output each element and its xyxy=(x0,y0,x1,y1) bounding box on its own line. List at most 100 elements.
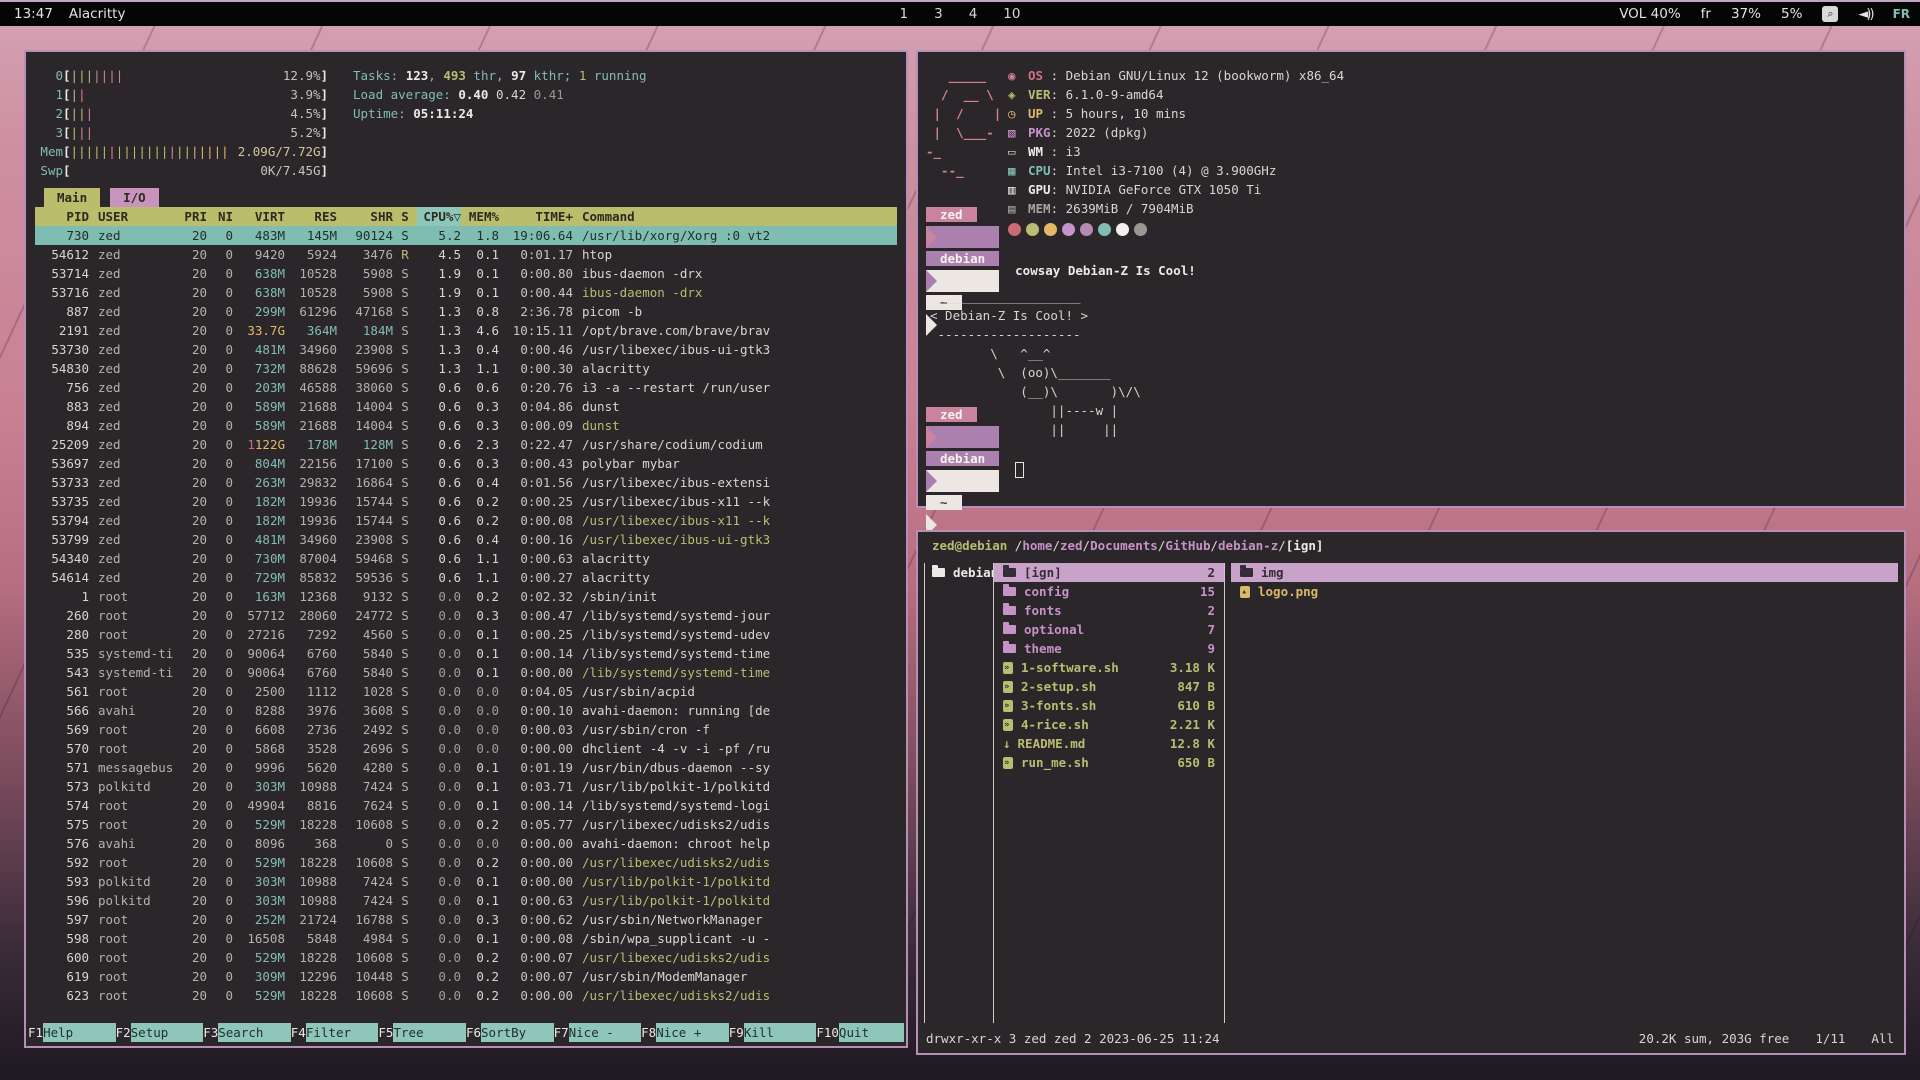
column-header-s[interactable]: S xyxy=(393,207,417,226)
file-entry-img[interactable]: img xyxy=(1231,563,1898,582)
palette-dot-3 xyxy=(1062,223,1075,236)
column-header-time[interactable]: TIME+ xyxy=(499,207,573,226)
column-header-pid[interactable]: PID xyxy=(35,207,89,226)
column-header-shr[interactable]: SHR xyxy=(337,207,393,226)
process-row[interactable]: 883zed200589M2168814004S0.60.30:04.86dun… xyxy=(35,397,897,416)
process-table: 730zed200483M145M90124S5.21.819:06.64/us… xyxy=(35,226,897,1005)
column-header-ni[interactable]: NI xyxy=(207,207,233,226)
file-entry-readmemd[interactable]: ↓README.md12.8 K xyxy=(994,734,1224,753)
process-row[interactable]: 597root200252M2172416788S0.00.30:00.62/u… xyxy=(35,910,897,929)
process-row[interactable]: 53733zed200263M2983216864S0.60.40:01.56/… xyxy=(35,473,897,492)
shell-prompt-empty[interactable]: zeddebian~ xyxy=(926,459,1890,481)
process-row[interactable]: 598root2001650858484984S0.00.10:00.08/sb… xyxy=(35,929,897,948)
process-row[interactable]: 53714zed200638M105285908S1.90.10:00.80ib… xyxy=(35,264,897,283)
process-row[interactable]: 1root200163M123689132S0.00.20:02.32/sbin… xyxy=(35,587,897,606)
process-row[interactable]: 623root200529M1822810608S0.00.20:00.00/u… xyxy=(35,986,897,1005)
process-table-header[interactable]: PIDUSERPRINIVIRTRESSHRSCPU%▽MEM%TIME+Com… xyxy=(35,207,897,226)
file-entry-2setupsh[interactable]: 2-setup.sh847 B xyxy=(994,677,1224,696)
process-row[interactable]: 25209zed2001122G178M128MS0.62.30:22.47/u… xyxy=(35,435,897,454)
process-row[interactable]: 569root200660827362492S0.00.00:00.03/usr… xyxy=(35,720,897,739)
gpu-chip-icon: ▥ xyxy=(1008,180,1028,199)
file-entry-1softwaresh[interactable]: 1-software.sh3.18 K xyxy=(994,658,1224,677)
fkey-nice[interactable]: F7Nice - xyxy=(554,1023,642,1042)
process-row[interactable]: 53716zed200638M105285908S1.90.10:00.44ib… xyxy=(35,283,897,302)
fkey-help[interactable]: F1Help xyxy=(28,1023,116,1042)
process-row[interactable]: 575root200529M1822810608S0.00.20:05.77/u… xyxy=(35,815,897,834)
process-row[interactable]: 600root200529M1822810608S0.00.20:00.07/u… xyxy=(35,948,897,967)
process-row[interactable]: 756zed200203M4658838060S0.60.60:20.76i3 … xyxy=(35,378,897,397)
fkey-nice[interactable]: F8Nice + xyxy=(641,1023,729,1042)
tray-magnifier-icon[interactable]: ⌕ xyxy=(1822,6,1838,22)
file-entry-logopng[interactable]: logo.png xyxy=(1231,582,1898,601)
workspace-item-10[interactable]: 10 xyxy=(1003,6,1020,22)
process-row[interactable]: 593polkitd200303M109887424S0.00.10:00.00… xyxy=(35,872,897,891)
fkey-sortby[interactable]: F6SortBy xyxy=(466,1023,554,1042)
process-row[interactable]: 535systemd-ti2009006467605840S0.00.10:00… xyxy=(35,644,897,663)
process-row[interactable]: 54614zed200729M8583259536S0.61.10:00.27a… xyxy=(35,568,897,587)
process-row[interactable]: 280root2002721672924560S0.00.10:00.25/li… xyxy=(35,625,897,644)
process-row[interactable]: 543systemd-ti2009006467605840S0.00.10:00… xyxy=(35,663,897,682)
file-entry-runmesh[interactable]: run_me.sh650 B xyxy=(994,753,1224,772)
process-row[interactable]: 592root200529M1822810608S0.00.20:00.00/u… xyxy=(35,853,897,872)
column-header-user[interactable]: USER xyxy=(89,207,177,226)
image-icon xyxy=(1240,586,1250,598)
folder-icon xyxy=(1240,568,1253,577)
column-header-command[interactable]: Command xyxy=(573,207,897,226)
file-entry-ign[interactable]: [ign]2 xyxy=(994,563,1224,582)
workspace-item-4[interactable]: 4 xyxy=(969,6,978,22)
speaker-icon[interactable]: ◄)) xyxy=(1858,7,1872,22)
column-header-virt[interactable]: VIRT xyxy=(233,207,285,226)
file-entry-optional[interactable]: optional7 xyxy=(994,620,1224,639)
process-row[interactable]: 53697zed200804M2215617100S0.60.30:00.43p… xyxy=(35,454,897,473)
uptime-line: Uptime: 05:11:24 xyxy=(353,104,647,123)
column-header-mem[interactable]: MEM% xyxy=(461,207,499,226)
process-row[interactable]: 887zed200299M6129647168S1.30.82:36.78pic… xyxy=(35,302,897,321)
file-entry-config[interactable]: config15 xyxy=(994,582,1224,601)
fkey-tree[interactable]: F5Tree xyxy=(378,1023,466,1042)
column-header-res[interactable]: RES xyxy=(285,207,337,226)
prompt-host-segment: debian xyxy=(926,251,999,266)
column-header-cpu[interactable]: CPU%▽ xyxy=(417,207,461,226)
file-entry-4ricesh[interactable]: 4-rice.sh2.21 K xyxy=(994,715,1224,734)
process-row[interactable]: 619root200309M1229610448S0.00.20:00.07/u… xyxy=(35,967,897,986)
process-row[interactable]: 54830zed200732M8862859696S1.31.10:00.30a… xyxy=(35,359,897,378)
file-entry-theme[interactable]: theme9 xyxy=(994,639,1224,658)
process-row[interactable]: 53794zed200182M1993615744S0.60.20:00.08/… xyxy=(35,511,897,530)
process-row[interactable]: 596polkitd200303M109887424S0.00.10:00.63… xyxy=(35,891,897,910)
workspace-item-1[interactable]: 1 xyxy=(900,6,909,22)
column-header-pri[interactable]: PRI xyxy=(177,207,207,226)
file-entry-3fontssh[interactable]: 3-fonts.sh610 B xyxy=(994,696,1224,715)
process-row[interactable]: 2191zed20033.7G364M184MS1.34.610:15.11/o… xyxy=(35,321,897,340)
process-row[interactable]: 574root2004990488167624S0.00.10:00.14/li… xyxy=(35,796,897,815)
path-segment: GitHub xyxy=(1165,538,1210,553)
process-row[interactable]: 260root200577122806024772S0.00.30:00.47/… xyxy=(35,606,897,625)
process-row[interactable]: 573polkitd200303M109887424S0.00.10:03.71… xyxy=(35,777,897,796)
fkey-quit[interactable]: F10Quit xyxy=(816,1023,904,1042)
tab-io[interactable]: I/O xyxy=(110,188,159,207)
process-row[interactable]: 561root200250011121028S0.00.00:04.05/usr… xyxy=(35,682,897,701)
volume-module[interactable]: VOL 40% xyxy=(1619,6,1680,22)
fkey-kill[interactable]: F9Kill xyxy=(729,1023,817,1042)
tab-main[interactable]: Main xyxy=(44,188,100,207)
fkey-filter[interactable]: F4Filter xyxy=(291,1023,379,1042)
process-row[interactable]: 576avahi20080963680S0.00.00:00.00avahi-d… xyxy=(35,834,897,853)
process-row[interactable]: 53735zed200182M1993615744S0.60.20:00.25/… xyxy=(35,492,897,511)
process-row[interactable]: 894zed200589M2168814004S0.60.30:00.09dun… xyxy=(35,416,897,435)
powerline-prompt: zeddebian~ xyxy=(926,404,999,536)
process-row[interactable]: 53730zed200481M3496023908S1.30.40:00.46/… xyxy=(35,340,897,359)
process-row[interactable]: 54340zed200730M8700459468S0.61.10:00.63a… xyxy=(35,549,897,568)
process-row[interactable]: 54612zed200942059243476R4.50.10:01.17hto… xyxy=(35,245,897,264)
workspace-item-3[interactable]: 3 xyxy=(934,6,943,22)
process-row[interactable]: 570root200586835282696S0.00.00:00.00dhcl… xyxy=(35,739,897,758)
process-row[interactable]: 566avahi200828839763608S0.00.00:00.10ava… xyxy=(35,701,897,720)
fetch-line-up: ◷UP : 5 hours, 10 mins xyxy=(1008,104,1344,123)
file-entry-fonts[interactable]: fonts2 xyxy=(994,601,1224,620)
process-row[interactable]: 571messagebus200999656204280S0.00.10:01.… xyxy=(35,758,897,777)
file-entry-debian~[interactable]: debian~ xyxy=(930,563,993,582)
process-row[interactable]: 730zed200483M145M90124S5.21.819:06.64/us… xyxy=(35,226,897,245)
fkey-search[interactable]: F3Search xyxy=(203,1023,291,1042)
process-row[interactable]: 53799zed200481M3496023908S0.60.40:00.16/… xyxy=(35,530,897,549)
parent-directory-pane: debian~ xyxy=(924,563,994,1023)
fkey-setup[interactable]: F2Setup xyxy=(116,1023,204,1042)
prompt-arrow-icon xyxy=(926,470,999,492)
